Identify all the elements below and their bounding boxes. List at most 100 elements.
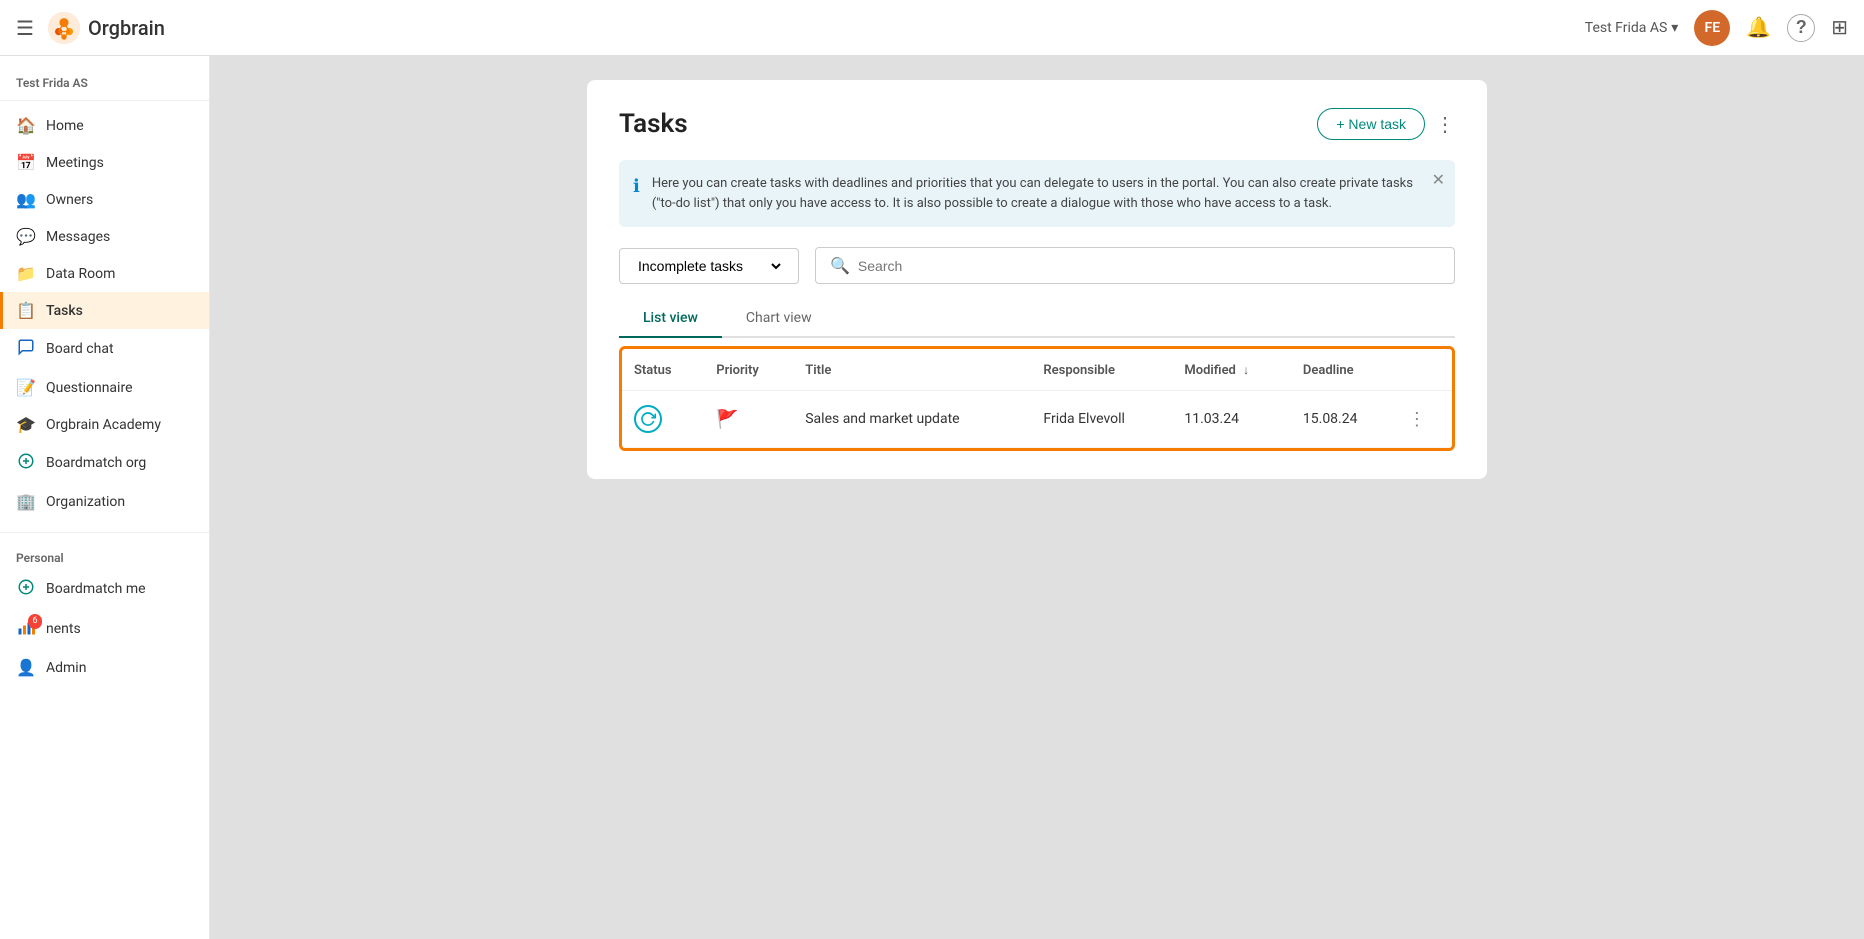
search-icon: 🔍 bbox=[830, 256, 850, 275]
topnav: ☰ Orgbrain Test Frida AS ▾ FE 🔔 ? ⊞ bbox=[0, 0, 1864, 56]
sidebar-item-meetings[interactable]: 📅 Meetings bbox=[0, 144, 209, 181]
sidebar-label-organization: Organization bbox=[46, 494, 125, 510]
col-priority: Priority bbox=[704, 349, 793, 391]
boardmatch-me-icon bbox=[16, 578, 36, 600]
sidebar: Test Frida AS 🏠 Home 📅 Meetings 👥 Owners… bbox=[0, 56, 210, 939]
notification-button[interactable]: 🔔 bbox=[1746, 15, 1771, 40]
sidebar-label-investments: nents bbox=[46, 621, 81, 637]
priority-flag-icon: 🚩 bbox=[716, 409, 738, 430]
filter-row: Incomplete tasks All tasks Complete task… bbox=[619, 247, 1455, 284]
sidebar-item-owners[interactable]: 👥 Owners bbox=[0, 181, 209, 218]
task-filter-select[interactable]: Incomplete tasks All tasks Complete task… bbox=[619, 248, 799, 284]
task-status-cell bbox=[622, 391, 704, 448]
search-input[interactable] bbox=[858, 258, 1440, 274]
tabs: List view Chart view bbox=[619, 300, 1455, 338]
hamburger-icon[interactable]: ☰ bbox=[16, 16, 34, 40]
task-card-header: Tasks + New task ⋮ bbox=[619, 108, 1455, 140]
info-icon: ℹ bbox=[633, 176, 640, 213]
sidebar-item-data-room[interactable]: 📁 Data Room bbox=[0, 255, 209, 292]
sidebar-label-messages: Messages bbox=[46, 229, 110, 245]
tasks-more-button[interactable]: ⋮ bbox=[1435, 112, 1455, 137]
boardmatch-org-icon bbox=[16, 452, 36, 474]
task-modified-cell: 11.03.24 bbox=[1172, 391, 1291, 448]
page-title: Tasks bbox=[619, 109, 688, 139]
search-box: 🔍 bbox=[815, 247, 1455, 284]
org-name-label: Test Frida AS bbox=[1585, 20, 1668, 36]
col-modified[interactable]: Modified ↓ bbox=[1172, 349, 1291, 391]
tasks-table: Status Priority Title Responsible Modifi… bbox=[622, 349, 1452, 448]
task-row-actions-cell: ⋮ bbox=[1396, 391, 1452, 448]
sidebar-item-board-chat[interactable]: Board chat bbox=[0, 329, 209, 369]
task-deadline-cell: 15.08.24 bbox=[1291, 391, 1396, 448]
org-dropdown-icon: ▾ bbox=[1671, 20, 1678, 36]
task-responsible-cell: Frida Elvevoll bbox=[1031, 391, 1172, 448]
investments-icon: 6 bbox=[16, 618, 36, 640]
topnav-right: Test Frida AS ▾ FE 🔔 ? ⊞ bbox=[1585, 10, 1848, 46]
sidebar-item-tasks[interactable]: 📋 Tasks bbox=[0, 292, 209, 329]
sidebar-item-questionnaire[interactable]: 📝 Questionnaire bbox=[0, 369, 209, 406]
tasks-table-highlight: Status Priority Title Responsible Modifi… bbox=[619, 346, 1455, 451]
sidebar-label-owners: Owners bbox=[46, 192, 93, 208]
info-box-close-button[interactable]: ✕ bbox=[1432, 170, 1445, 190]
meetings-icon: 📅 bbox=[16, 153, 36, 172]
logo-text: Orgbrain bbox=[88, 16, 165, 40]
layout: Test Frida AS 🏠 Home 📅 Meetings 👥 Owners… bbox=[0, 56, 1864, 939]
info-box: ℹ Here you can create tasks with deadlin… bbox=[619, 160, 1455, 227]
sidebar-label-orgbrain-academy: Orgbrain Academy bbox=[46, 417, 161, 433]
sidebar-item-organization[interactable]: 🏢 Organization bbox=[0, 483, 209, 520]
tasks-card: Tasks + New task ⋮ ℹ Here you can create… bbox=[587, 80, 1487, 479]
table-header: Status Priority Title Responsible Modifi… bbox=[622, 349, 1452, 391]
sidebar-section-personal: Personal bbox=[0, 539, 209, 569]
sidebar-label-questionnaire: Questionnaire bbox=[46, 380, 133, 396]
investments-badge: 6 bbox=[28, 614, 42, 629]
sort-arrow-icon: ↓ bbox=[1243, 363, 1249, 377]
sidebar-item-home[interactable]: 🏠 Home bbox=[0, 107, 209, 144]
col-title: Title bbox=[793, 349, 1031, 391]
org-selector[interactable]: Test Frida AS ▾ bbox=[1585, 20, 1679, 36]
sidebar-item-orgbrain-academy[interactable]: 🎓 Orgbrain Academy bbox=[0, 406, 209, 443]
main-content: Tasks + New task ⋮ ℹ Here you can create… bbox=[210, 56, 1864, 939]
tasks-icon: 📋 bbox=[16, 301, 36, 320]
sidebar-label-board-chat: Board chat bbox=[46, 341, 114, 357]
sidebar-label-boardmatch-org: Boardmatch org bbox=[46, 455, 146, 471]
task-row-menu-button[interactable]: ⋮ bbox=[1408, 409, 1426, 430]
new-task-button[interactable]: + New task bbox=[1317, 108, 1425, 140]
sidebar-item-boardmatch-org[interactable]: Boardmatch org bbox=[0, 443, 209, 483]
sidebar-label-boardmatch-me: Boardmatch me bbox=[46, 581, 146, 597]
logo: Orgbrain bbox=[46, 10, 165, 46]
messages-icon: 💬 bbox=[16, 227, 36, 246]
table-row: 🚩 Sales and market update Frida Elvevoll… bbox=[622, 391, 1452, 448]
sidebar-label-tasks: Tasks bbox=[46, 303, 83, 319]
sidebar-section-board: Test Frida AS bbox=[0, 64, 209, 94]
admin-icon: 👤 bbox=[16, 658, 36, 677]
sidebar-item-messages[interactable]: 💬 Messages bbox=[0, 218, 209, 255]
data-room-icon: 📁 bbox=[16, 264, 36, 283]
info-box-text: Here you can create tasks with deadlines… bbox=[652, 174, 1415, 213]
filter-dropdown[interactable]: Incomplete tasks All tasks Complete task… bbox=[634, 257, 784, 275]
help-button[interactable]: ? bbox=[1787, 14, 1815, 42]
orgbrain-logo-icon bbox=[46, 10, 82, 46]
sidebar-label-home: Home bbox=[46, 118, 84, 134]
sidebar-item-admin[interactable]: 👤 Admin bbox=[0, 649, 209, 686]
sidebar-item-boardmatch-me[interactable]: Boardmatch me bbox=[0, 569, 209, 609]
sidebar-item-investments[interactable]: 6 nents bbox=[0, 609, 209, 649]
organization-icon: 🏢 bbox=[16, 492, 36, 511]
sidebar-label-meetings: Meetings bbox=[46, 155, 104, 171]
app-grid-button[interactable]: ⊞ bbox=[1831, 15, 1848, 40]
table-body: 🚩 Sales and market update Frida Elvevoll… bbox=[622, 391, 1452, 448]
home-icon: 🏠 bbox=[16, 116, 36, 135]
tab-chart-view[interactable]: Chart view bbox=[722, 300, 836, 336]
task-priority-cell: 🚩 bbox=[704, 391, 793, 448]
sidebar-label-admin: Admin bbox=[46, 660, 86, 676]
task-title-cell[interactable]: Sales and market update bbox=[793, 391, 1031, 448]
task-header-actions: + New task ⋮ bbox=[1317, 108, 1455, 140]
board-chat-icon bbox=[16, 338, 36, 360]
questionnaire-icon: 📝 bbox=[16, 378, 36, 397]
avatar[interactable]: FE bbox=[1694, 10, 1730, 46]
tab-list-view[interactable]: List view bbox=[619, 300, 722, 336]
table-header-row: Status Priority Title Responsible Modifi… bbox=[622, 349, 1452, 391]
col-status: Status bbox=[622, 349, 704, 391]
owners-icon: 👥 bbox=[16, 190, 36, 209]
col-deadline: Deadline bbox=[1291, 349, 1396, 391]
sidebar-label-data-room: Data Room bbox=[46, 266, 115, 282]
